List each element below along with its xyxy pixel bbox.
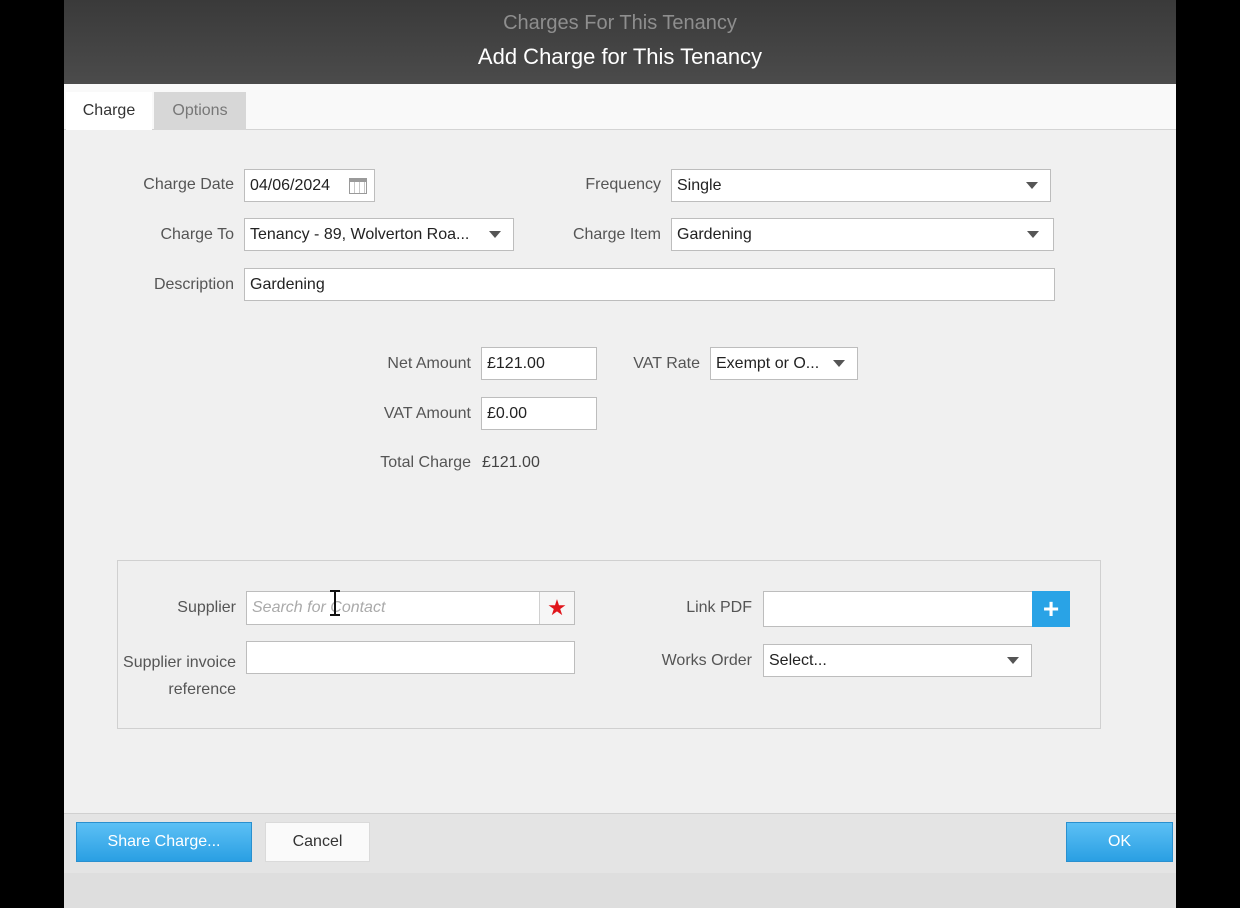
add-charge-dialog: Charge Options Charge Date 04/06/2024 Fr… [64,84,1176,873]
supplier-panel: Supplier Search for Contact ★ Supplier i… [117,560,1101,729]
works-order-label: Works Order [661,652,752,669]
vat-amount-input[interactable]: £0.00 [481,397,597,430]
vat-rate-value: Exempt or O... [716,354,820,372]
charge-to-value: Tenancy - 89, Wolverton Roa... [250,225,470,243]
supplier-invoice-label-line1: Supplier invoice [123,654,236,671]
charge-to-select[interactable]: Tenancy - 89, Wolverton Roa... [244,218,514,251]
supplier-invoice-reference-input[interactable] [246,641,575,674]
frequency-label: Frequency [585,176,661,193]
text-cursor-icon [330,590,340,616]
description-value: Gardening [250,275,325,293]
share-charge-button[interactable]: Share Charge... [76,822,252,862]
total-charge-label: Total Charge [380,454,471,471]
background-window-title: Charges For This Tenancy [503,12,737,34]
chevron-down-icon [489,231,501,238]
charge-item-label: Charge Item [572,226,661,243]
chevron-down-icon [1026,182,1038,189]
ok-button[interactable]: OK [1066,822,1173,862]
chevron-down-icon [1007,657,1019,664]
chevron-down-icon [833,360,845,367]
frequency-select[interactable]: Single [671,169,1051,202]
dialog-footer: Share Charge... Cancel OK [64,813,1176,873]
supplier-placeholder: Search for Contact [252,599,386,616]
calendar-icon[interactable] [349,178,367,194]
charge-to-label: Charge To [160,226,234,243]
link-pdf-input[interactable] [763,591,1033,627]
vat-rate-select[interactable]: Exempt or O... [710,347,858,380]
works-order-value: Select... [769,651,827,669]
net-amount-input[interactable]: £121.00 [481,347,597,380]
app-frame: Charges For This Tenancy Add Charge for … [64,0,1176,908]
charge-date-label: Charge Date [143,176,234,193]
supplier-label: Supplier [177,599,236,616]
vat-amount-label: VAT Amount [383,405,471,422]
total-charge-value: £121.00 [482,454,540,471]
description-label: Description [153,276,234,293]
cancel-button[interactable]: Cancel [265,822,370,862]
description-input[interactable]: Gardening [244,268,1055,301]
net-amount-label: Net Amount [387,355,471,372]
tab-charge[interactable]: Charge [66,92,152,130]
link-pdf-label: Link PDF [686,599,752,616]
charge-date-value: 04/06/2024 [250,176,331,194]
chevron-down-icon [1027,231,1039,238]
tab-options[interactable]: Options [154,92,246,130]
charge-item-select[interactable]: Gardening [671,218,1054,251]
works-order-select[interactable]: Select... [763,644,1032,677]
frequency-value: Single [677,176,722,194]
star-icon[interactable]: ★ [539,592,574,624]
vat-rate-label: VAT Rate [633,355,700,372]
supplier-invoice-label-line2: reference [168,681,236,698]
supplier-invoice-reference-label: Supplier invoice reference [118,649,236,703]
charge-item-value: Gardening [677,225,752,243]
net-amount-value: £121.00 [487,354,545,372]
dialog-header: Charges For This Tenancy Add Charge for … [64,0,1176,84]
charge-date-input[interactable]: 04/06/2024 [244,169,375,202]
vat-amount-value: £0.00 [487,404,528,422]
tab-bar: Charge Options [64,84,1176,130]
supplier-search-input[interactable]: Search for Contact ★ [246,591,575,625]
dialog-title: Add Charge for This Tenancy [477,44,763,69]
plus-icon[interactable]: + [1032,591,1070,627]
